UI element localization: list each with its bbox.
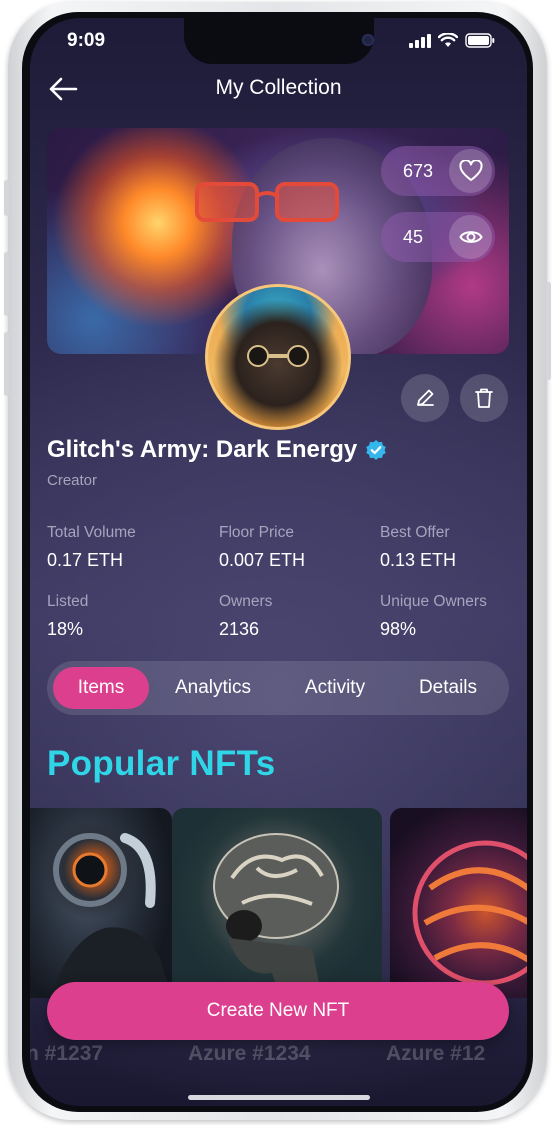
mute-switch bbox=[4, 180, 9, 216]
volume-up-button bbox=[4, 252, 9, 316]
wifi-icon bbox=[438, 33, 458, 47]
stat-value: 0.17 ETH bbox=[47, 550, 124, 570]
battery-icon bbox=[465, 33, 495, 48]
delete-button[interactable] bbox=[460, 374, 508, 422]
nft-card-label: Azure #12 bbox=[386, 1042, 486, 1065]
trash-icon bbox=[475, 388, 493, 408]
page-title: My Collection bbox=[215, 76, 342, 99]
section-title: Popular NFTs bbox=[47, 744, 276, 783]
nft-card-skull-art bbox=[213, 833, 339, 998]
stat-value: 0.007 ETH bbox=[219, 550, 306, 570]
stat-owners: Owners 2136 bbox=[219, 593, 272, 640]
home-indicator[interactable] bbox=[188, 1095, 370, 1100]
likes-pill[interactable]: 673 bbox=[381, 146, 495, 196]
collection-avatar bbox=[205, 284, 351, 430]
stat-floor-price: Floor Price 0.007 ETH bbox=[219, 524, 305, 571]
tab-analytics[interactable]: Analytics bbox=[161, 667, 265, 709]
stat-label: Floor Price bbox=[219, 524, 294, 541]
stat-label: Owners bbox=[219, 593, 273, 610]
volume-down-button bbox=[4, 332, 9, 396]
tab-bar: Items Analytics Activity Details bbox=[47, 661, 509, 715]
stat-best-offer: Best Offer 0.13 ETH bbox=[380, 524, 456, 571]
verified-badge-icon bbox=[366, 440, 387, 460]
avatar-goggles bbox=[247, 345, 309, 367]
stat-value: 2136 bbox=[219, 619, 260, 639]
create-new-nft-button[interactable]: Create New NFT bbox=[47, 982, 509, 1040]
collection-name: Glitch's Army: Dark Energy bbox=[47, 436, 358, 463]
nft-card-robot-art bbox=[50, 833, 172, 998]
nft-card-sphere-art bbox=[412, 840, 527, 986]
pencil-icon bbox=[417, 389, 434, 406]
tab-details[interactable]: Details bbox=[403, 667, 493, 709]
status-time: 9:09 bbox=[67, 30, 106, 51]
stat-label: Best Offer bbox=[380, 524, 450, 541]
edit-button[interactable] bbox=[401, 374, 449, 422]
heart-icon bbox=[459, 160, 483, 181]
signal-icon bbox=[409, 33, 431, 48]
stat-unique-owners: Unique Owners 98% bbox=[380, 593, 487, 640]
nft-card-label: n #1237 bbox=[30, 1042, 104, 1065]
status-icons bbox=[409, 33, 495, 48]
collection-name-row: Glitch's Army: Dark Energy bbox=[47, 436, 387, 464]
likes-count: 673 bbox=[403, 160, 434, 181]
heart-icon-wrap[interactable] bbox=[449, 149, 492, 193]
stat-value: 18% bbox=[47, 619, 84, 639]
eye-icon-wrap[interactable] bbox=[449, 215, 492, 259]
stat-value: 98% bbox=[380, 619, 417, 639]
tab-activity[interactable]: Activity bbox=[285, 667, 385, 709]
app-screen: 9:09 My Collection 673 45 Glitch's Army:… bbox=[30, 18, 527, 1106]
tab-items[interactable]: Items bbox=[53, 667, 149, 709]
notch bbox=[184, 18, 374, 64]
stat-listed: Listed 18% bbox=[47, 593, 88, 640]
stat-value: 0.13 ETH bbox=[380, 550, 457, 570]
stat-label: Unique Owners bbox=[380, 593, 487, 610]
creator-label: Creator bbox=[47, 472, 98, 489]
stat-total-volume: Total Volume 0.17 ETH bbox=[47, 524, 136, 571]
views-count: 45 bbox=[403, 226, 424, 247]
power-button bbox=[546, 282, 551, 380]
eye-icon bbox=[459, 231, 483, 243]
nft-card[interactable] bbox=[390, 808, 527, 998]
nft-card[interactable] bbox=[172, 808, 382, 998]
front-camera bbox=[362, 34, 374, 46]
stat-label: Listed bbox=[47, 593, 89, 610]
banner-glasses bbox=[195, 182, 339, 222]
views-pill[interactable]: 45 bbox=[381, 212, 495, 262]
nft-card[interactable] bbox=[30, 808, 172, 998]
stat-label: Total Volume bbox=[47, 524, 136, 541]
nft-card-label: Azure #1234 bbox=[188, 1042, 311, 1065]
